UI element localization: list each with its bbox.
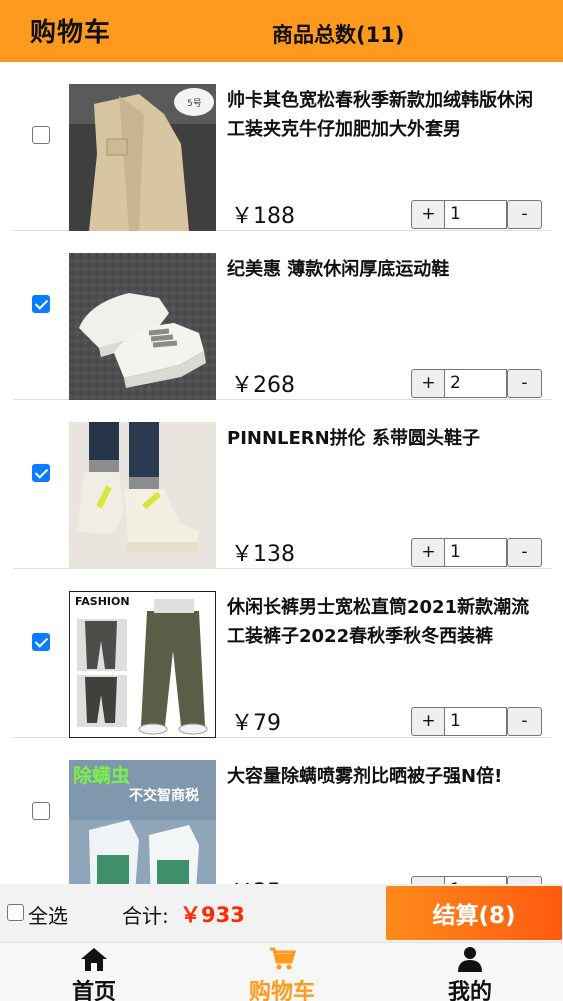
decrease-button[interactable]: - bbox=[507, 707, 542, 736]
product-price: ￥138 bbox=[231, 542, 295, 567]
quantity-stepper: + 1 - bbox=[411, 707, 542, 737]
select-all-checkbox[interactable] bbox=[7, 904, 24, 921]
cart-item: 5号 帅卡其色宽松春秋季新款加绒韩版休闲工装夹克牛仔加肥加大外套男 ￥188 +… bbox=[13, 62, 551, 231]
product-title[interactable]: 帅卡其色宽松春秋季新款加绒韩版休闲工装夹克牛仔加肥加大外套男 bbox=[227, 86, 545, 144]
tab-profile[interactable]: 我的 bbox=[415, 943, 525, 1001]
product-image[interactable]: 除螨虫 不交智商税 bbox=[69, 760, 216, 884]
tab-home[interactable]: 首页 bbox=[39, 943, 149, 1001]
quantity-input[interactable]: 2 bbox=[444, 369, 507, 398]
promo-subtitle: 不交智商税 bbox=[129, 787, 199, 804]
app-header: 购物车 商品总数(11) bbox=[0, 0, 563, 62]
product-price: ￥268 bbox=[231, 373, 295, 398]
decrease-button[interactable]: - bbox=[507, 200, 542, 229]
cart-list[interactable]: 5号 帅卡其色宽松春秋季新款加绒韩版休闲工装夹克牛仔加肥加大外套男 ￥188 +… bbox=[0, 62, 563, 884]
quantity-input[interactable]: 1 bbox=[444, 538, 507, 567]
checkout-bar: 全选 合计: ￥933 结算(8) bbox=[0, 884, 563, 942]
product-image[interactable] bbox=[69, 253, 216, 400]
cap-logo: 5号 bbox=[187, 98, 202, 109]
quantity-input[interactable]: 1 bbox=[444, 200, 507, 229]
tab-cart-label: 购物车 bbox=[248, 980, 315, 1001]
cart-item: PINNLERN拼伦 系带圆头鞋子 ￥138 + 1 - bbox=[13, 400, 551, 569]
item-checkbox[interactable] bbox=[32, 464, 50, 482]
product-title[interactable]: 大容量除螨喷雾剂比晒被子强N倍! bbox=[227, 762, 545, 791]
checkout-button[interactable]: 结算(8) bbox=[386, 886, 562, 940]
increase-button[interactable]: + bbox=[411, 200, 446, 229]
select-all-label[interactable]: 全选 bbox=[28, 900, 68, 929]
product-price: ￥79 bbox=[231, 711, 281, 736]
tab-cart[interactable]: 购物车 bbox=[227, 943, 337, 1001]
product-image[interactable]: FASHION bbox=[69, 591, 216, 738]
product-title[interactable]: 休闲长裤男士宽松直筒2021新款潮流工装裤子2022春秋季秋冬西装裤 bbox=[227, 593, 545, 651]
cart-icon bbox=[270, 947, 297, 970]
quantity-stepper: + 1 - bbox=[411, 876, 542, 884]
cart-app: 购物车 商品总数(11) 5号 帅卡其色宽松春秋季新款加绒韩版休闲工装夹克牛仔加… bbox=[0, 0, 563, 1001]
total-value: ￥933 bbox=[180, 903, 245, 927]
tab-home-label: 首页 bbox=[71, 980, 116, 1001]
home-icon bbox=[81, 948, 107, 971]
product-price: ￥35 bbox=[231, 874, 281, 884]
bottom-tab-bar: 首页 购物车 我的 bbox=[0, 942, 563, 1001]
item-count-label: 商品总数(11) bbox=[272, 23, 405, 47]
cart-item: 除螨虫 不交智商税 大容量除螨喷雾剂比晒被子强N倍! ￥35 + 1 - bbox=[13, 738, 551, 884]
item-checkbox[interactable] bbox=[32, 126, 50, 144]
product-title[interactable]: 纪美惠 薄款休闲厚底运动鞋 bbox=[227, 255, 545, 284]
fashion-label: FASHION bbox=[75, 595, 130, 608]
product-title[interactable]: PINNLERN拼伦 系带圆头鞋子 bbox=[227, 424, 545, 453]
promo-title: 除螨虫 bbox=[73, 764, 130, 787]
product-price: ￥188 bbox=[231, 204, 295, 229]
item-checkbox[interactable] bbox=[32, 295, 50, 313]
quantity-stepper: + 1 - bbox=[411, 538, 542, 568]
item-checkbox[interactable] bbox=[32, 633, 50, 651]
increase-button[interactable]: + bbox=[411, 876, 446, 884]
increase-button[interactable]: + bbox=[411, 707, 446, 736]
tab-profile-label: 我的 bbox=[447, 980, 492, 1001]
quantity-input[interactable]: 1 bbox=[444, 876, 507, 884]
page-title: 购物车 bbox=[30, 18, 112, 48]
increase-button[interactable]: + bbox=[411, 369, 446, 398]
increase-button[interactable]: + bbox=[411, 538, 446, 567]
quantity-stepper: + 1 - bbox=[411, 200, 542, 230]
cart-item: 纪美惠 薄款休闲厚底运动鞋 ￥268 + 2 - bbox=[13, 231, 551, 400]
decrease-button[interactable]: - bbox=[507, 876, 542, 884]
total-label: 合计: bbox=[122, 904, 169, 928]
item-checkbox[interactable] bbox=[32, 802, 50, 820]
decrease-button[interactable]: - bbox=[507, 369, 542, 398]
decrease-button[interactable]: - bbox=[507, 538, 542, 567]
quantity-stepper: + 2 - bbox=[411, 369, 542, 399]
cart-item: FASHION 休闲长裤男士宽松直筒2021新款潮流工装裤子2022春秋季秋冬西… bbox=[13, 569, 551, 738]
quantity-input[interactable]: 1 bbox=[444, 707, 507, 736]
product-image[interactable]: 5号 bbox=[69, 84, 216, 231]
user-icon bbox=[458, 947, 482, 972]
product-image[interactable] bbox=[69, 422, 216, 569]
